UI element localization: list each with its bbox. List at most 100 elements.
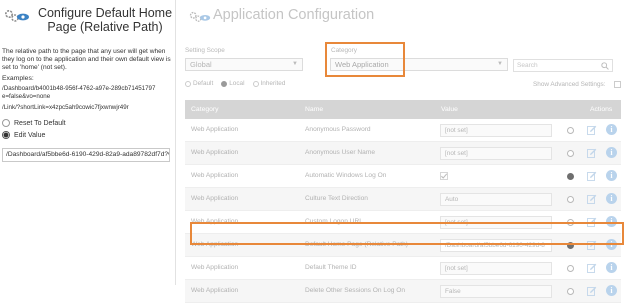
scope-local-option[interactable]: Local [221, 80, 245, 87]
info-icon[interactable]: i [606, 170, 617, 181]
info-icon[interactable]: i [606, 239, 617, 250]
settings-app-icon [4, 9, 29, 22]
table-row[interactable]: Web Application Automatic Windows Log On… [185, 165, 621, 188]
scope-default-option[interactable]: Default [185, 80, 213, 87]
scope-inherited-radio[interactable] [252, 80, 259, 87]
row-select-radio[interactable] [567, 265, 574, 272]
row-category: Web Application [191, 126, 239, 133]
category-value: Web Application [335, 60, 389, 69]
row-name: Automatic Windows Log On [305, 172, 387, 179]
row-name: Anonymous User Name [305, 149, 375, 156]
column-header-actions: Actions [590, 106, 613, 113]
edit-icon[interactable] [587, 148, 597, 158]
category-select[interactable]: Web Application ▼ [330, 58, 508, 71]
edit-icon[interactable] [587, 194, 597, 204]
reset-label: Reset To Default [14, 119, 66, 127]
table-row[interactable]: Web Application Delete Other Sessions On… [185, 280, 621, 303]
search-placeholder: Search [517, 62, 538, 69]
row-category: Web Application [191, 195, 239, 202]
row-value[interactable]: [not set] [440, 147, 552, 160]
info-icon[interactable]: i [606, 147, 617, 158]
value-input[interactable]: /Dashboard/af5bbe6d-6190-429d-82a9-ada89… [2, 148, 170, 162]
example-path-2: /Link/?shortLink=x4zpc5ah9cowic7fjxwnwjr… [2, 104, 129, 111]
scope-local-label: Local [229, 80, 245, 87]
category-label: Category [331, 47, 357, 54]
row-name: Delete Other Sessions On Log On [305, 287, 406, 294]
reset-radio[interactable] [2, 119, 10, 127]
table-row-selected[interactable]: Web Application Default Home Page (Relat… [185, 234, 621, 257]
row-name: Default Theme ID [305, 264, 357, 271]
row-category: Web Application [191, 172, 239, 179]
table-row[interactable]: Web Application Anonymous User Name [not… [185, 142, 621, 165]
scope-filter-radios: Default Local Inherited [185, 80, 285, 87]
column-header-value[interactable]: Value [441, 100, 458, 119]
info-icon[interactable]: i [606, 124, 617, 135]
edit-radio[interactable] [2, 131, 10, 139]
row-value[interactable]: False [440, 285, 552, 298]
search-input[interactable]: Search [513, 59, 613, 72]
row-category: Web Application [191, 241, 239, 248]
row-value[interactable]: Auto [440, 193, 552, 206]
scope-label: Setting Scope [185, 47, 225, 54]
row-name: Default Home Page (Relative Path) [305, 241, 408, 248]
example-path-1-line-1: /Dashboard/b4001b48-956f-4762-a97e-289cb… [2, 85, 156, 92]
scope-select[interactable]: Global ▼ [185, 58, 303, 71]
chevron-down-icon: ▼ [292, 61, 298, 67]
row-name: Anonymous Password [305, 126, 371, 133]
settings-app-icon [189, 11, 211, 22]
row-category: Web Application [191, 264, 239, 271]
search-icon[interactable] [601, 62, 609, 70]
row-select-radio[interactable] [567, 127, 574, 134]
row-value[interactable]: [not set] [440, 262, 552, 275]
scope-value: Global [190, 60, 212, 69]
table-row[interactable]: Web Application Anonymous Password [not … [185, 119, 621, 142]
scope-inherited-label: Inherited [260, 80, 286, 87]
column-header-category[interactable]: Category [191, 100, 219, 119]
row-value[interactable]: [not set] [440, 216, 552, 229]
table-row[interactable]: Web Application Custom Logon URL [not se… [185, 211, 621, 234]
row-value[interactable] [440, 170, 552, 183]
row-select-radio[interactable] [567, 150, 574, 157]
edit-icon[interactable] [587, 125, 597, 135]
editor-header: Configure Default Home Page (Relative Pa… [4, 6, 175, 40]
editor-title: Configure Default Home Page (Relative Pa… [37, 6, 173, 34]
row-name: Custom Logon URL [305, 218, 363, 225]
row-select-radio[interactable] [567, 196, 574, 203]
edit-icon[interactable] [587, 286, 597, 296]
row-value[interactable]: /Dashboard/af5bbe6d-6190-429d-8 [440, 239, 552, 252]
edit-value-option[interactable]: Edit Value [2, 130, 45, 140]
row-select-radio[interactable] [567, 288, 574, 295]
row-category: Web Application [191, 287, 239, 294]
row-select-radio[interactable] [567, 173, 574, 180]
chevron-down-icon: ▼ [497, 61, 503, 67]
application-configuration-panel: Application Configuration Setting Scope … [177, 0, 624, 303]
info-icon[interactable]: i [606, 262, 617, 273]
show-advanced-checkbox[interactable] [614, 81, 621, 88]
edit-label: Edit Value [14, 131, 46, 139]
row-value[interactable]: [not set] [440, 124, 552, 137]
edit-icon[interactable] [587, 240, 597, 250]
show-advanced-label: Show Advanced Settings: [533, 81, 606, 88]
row-value-checkbox[interactable] [440, 172, 448, 180]
reset-to-default-option[interactable]: Reset To Default [2, 118, 66, 128]
row-category: Web Application [191, 149, 239, 156]
info-icon[interactable]: i [606, 193, 617, 204]
edit-icon[interactable] [587, 171, 597, 181]
table-header: Category Name Value Actions [185, 100, 621, 119]
example-path-1-line-2: e=false&vo=none [2, 93, 51, 100]
info-icon[interactable]: i [606, 216, 617, 227]
info-icon[interactable]: i [606, 285, 617, 296]
row-category: Web Application [191, 218, 239, 225]
edit-icon[interactable] [587, 217, 597, 227]
scope-default-radio[interactable] [185, 80, 191, 87]
scope-inherited-option[interactable]: Inherited [252, 80, 286, 87]
row-select-radio[interactable] [567, 219, 574, 226]
table-row[interactable]: Web Application Default Theme ID [not se… [185, 257, 621, 280]
page-title: Application Configuration [213, 7, 375, 23]
table-row[interactable]: Web Application Culture Text Direction A… [185, 188, 621, 211]
row-select-radio[interactable] [567, 242, 574, 249]
setting-description: The relative path to the page that any u… [2, 48, 171, 72]
edit-icon[interactable] [587, 263, 597, 273]
column-header-name[interactable]: Name [305, 100, 323, 119]
scope-local-radio[interactable] [221, 80, 228, 87]
